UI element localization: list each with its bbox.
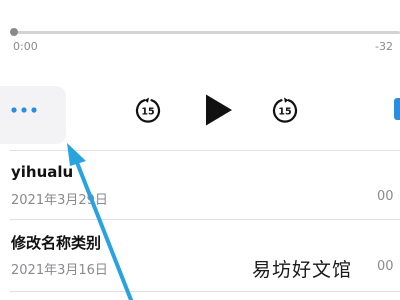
skip-forward-15-icon[interactable]: 15 xyxy=(271,96,299,124)
share-icon[interactable] xyxy=(394,98,400,120)
recording-title: 修改名称类别 xyxy=(11,234,102,252)
recording-duration: 00 xyxy=(377,189,394,204)
scrubber-knob[interactable] xyxy=(10,28,18,36)
elapsed-time: 0:00 xyxy=(13,40,38,53)
skip-forward-label: 15 xyxy=(278,107,291,118)
recording-duration: 00 xyxy=(377,259,394,274)
more-dots-icon[interactable] xyxy=(10,106,38,114)
remaining-time: -32 xyxy=(375,40,393,53)
play-icon[interactable] xyxy=(204,93,234,127)
recording-date: 2021年3月16日 xyxy=(11,263,108,278)
recording-date: 2021年3月29日 xyxy=(11,193,108,208)
skip-back-15-icon[interactable]: 15 xyxy=(134,96,162,124)
list-item[interactable]: yihualu 2021年3月29日 00 xyxy=(0,151,400,219)
recording-title: yihualu xyxy=(11,163,74,181)
more-options-button[interactable] xyxy=(0,86,66,144)
skip-back-label: 15 xyxy=(141,107,154,118)
progress-scrubber[interactable] xyxy=(12,31,400,34)
divider xyxy=(10,291,400,292)
watermark: 易坊好文馆 xyxy=(252,259,353,281)
